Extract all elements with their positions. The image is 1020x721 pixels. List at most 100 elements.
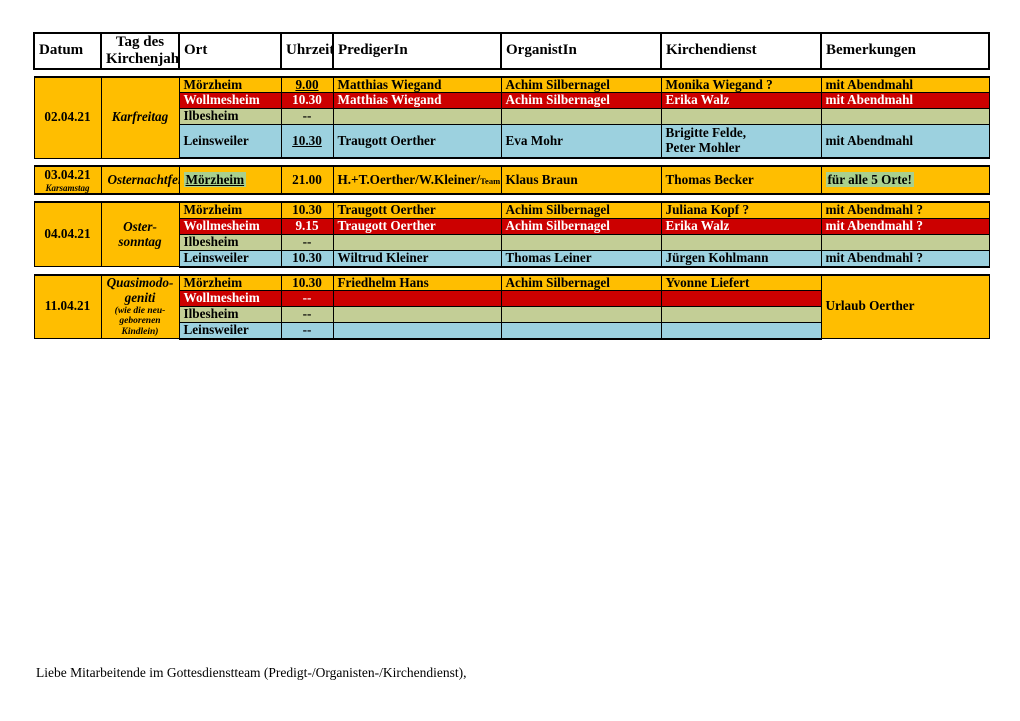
header-uhrzeit: Uhrzeit: [280, 32, 334, 70]
cell-predigerin: Matthias Wiegand: [332, 92, 502, 110]
cell-uhrzeit: 10.30: [280, 123, 334, 160]
kirchendienst-line2: Peter Mohler: [665, 140, 741, 156]
cell-bemerkungen: mit Abendmahl ?: [820, 201, 990, 220]
cell-ort: Mörzheim: [178, 75, 282, 94]
cell-organistin: Achim Silbernagel: [500, 273, 662, 292]
cell-ort: Wollmesheim: [178, 92, 282, 110]
cell-kirchendienst: Yvonne Liefert: [660, 273, 822, 292]
cell-datum: 02.04.21: [33, 75, 102, 159]
tag-highlight: Osternachtfeier: [105, 172, 178, 188]
cell-ort: Ilbesheim: [178, 306, 282, 323]
table-row: 11.04.21 Quasimodo- geniti (wie die neu-…: [33, 273, 990, 340]
tag-line2: sonntag: [118, 233, 162, 249]
cell-predigerin: [332, 108, 502, 125]
cell-kirchendienst: Juliana Kopf ?: [660, 201, 822, 220]
cell-predigerin: [332, 321, 502, 340]
cell-predigerin: [332, 306, 502, 323]
cell-predigerin: Matthias Wiegand: [332, 75, 502, 94]
cell-predigerin: Traugott Oerther: [332, 123, 502, 160]
cell-organistin: Achim Silbernagel: [500, 201, 662, 220]
ort-highlight: Mörzheim: [183, 172, 247, 188]
header-tag-line2: Kirchenjahres: [106, 50, 179, 67]
cell-organistin: Eva Mohr: [500, 123, 662, 160]
cell-ort: Leinsweiler: [178, 321, 282, 340]
tag-line5: Kindlein): [121, 326, 159, 337]
tag-line4: geborenen: [119, 316, 161, 327]
cell-kirchendienst: Erika Walz: [660, 92, 822, 110]
cell-organistin: Achim Silbernagel: [500, 92, 662, 110]
cell-bemerkungen: mit Abendmahl: [820, 75, 990, 94]
cell-bemerkungen-merged: Urlaub Oerther: [820, 273, 990, 340]
cell-uhrzeit: --: [280, 306, 334, 323]
header-tag-line1: Tag des: [115, 34, 165, 50]
cell-organistin: Achim Silbernagel: [500, 218, 662, 235]
cell-predigerin: H.+T.Oerther/W.Kleiner/Team: [332, 165, 502, 196]
datum-subtitle: Karsamstag: [45, 183, 90, 194]
gottesdienst-table: Datum Tag des Kirchenjahres Ort Uhrzeit …: [33, 32, 990, 340]
cell-predigerin: [332, 290, 502, 308]
cell-kirchendienst: Erika Walz: [660, 218, 822, 235]
cell-tag: Osternachtfeier: [100, 165, 180, 196]
cell-ort: Ilbesheim: [178, 234, 282, 251]
cell-uhrzeit: 10.30: [280, 273, 334, 292]
cell-bemerkungen: mit Abendmahl ?: [820, 218, 990, 235]
gottesdienst-plan-sheet: Datum Tag des Kirchenjahres Ort Uhrzeit …: [33, 32, 990, 340]
cell-predigerin: Wiltrud Kleiner: [332, 249, 502, 268]
cell-kirchendienst: [660, 234, 822, 251]
cell-organistin: Klaus Braun: [500, 165, 662, 196]
cell-uhrzeit: 10.30: [280, 92, 334, 110]
cell-organistin: [500, 306, 662, 323]
header-ort: Ort: [178, 32, 282, 70]
bemerkungen-highlight: für alle 5 Orte!: [825, 172, 914, 188]
cell-predigerin: Traugott Oerther: [332, 201, 502, 220]
cell-organistin: [500, 290, 662, 308]
table-row: 03.04.21 Karsamstag Osternachtfeier Mörz…: [33, 165, 990, 196]
cell-datum: 11.04.21: [33, 273, 102, 340]
cell-kirchendienst: Thomas Becker: [660, 165, 822, 196]
cell-bemerkungen: [820, 108, 990, 125]
cell-kirchendienst: Jürgen Kohlmann: [660, 249, 822, 268]
header-datum: Datum: [33, 32, 102, 70]
datum-value: 03.04.21: [44, 166, 91, 182]
cell-bemerkungen: mit Abendmahl: [820, 123, 990, 160]
cell-kirchendienst: Monika Wiegand ?: [660, 75, 822, 94]
kirchendienst-line1: Brigitte Felde,: [665, 125, 747, 141]
cell-organistin: Thomas Leiner: [500, 249, 662, 268]
cell-uhrzeit: --: [280, 234, 334, 251]
header-kirchendienst: Kirchendienst: [660, 32, 822, 70]
header-predigerin: PredigerIn: [332, 32, 502, 70]
tag-line2: geniti: [124, 289, 156, 305]
cell-organistin: [500, 234, 662, 251]
cell-kirchendienst: [660, 108, 822, 125]
cell-bemerkungen: [820, 234, 990, 251]
cell-uhrzeit: --: [280, 321, 334, 340]
cell-uhrzeit: --: [280, 108, 334, 125]
cell-tag: Oster- sonntag: [100, 201, 180, 268]
cell-organistin: Achim Silbernagel: [500, 75, 662, 94]
cell-ort: Ilbesheim: [178, 108, 282, 125]
table-row: 04.04.21 Oster- sonntag Mörzheim 10.30 T…: [33, 201, 990, 268]
cell-datum: 03.04.21 Karsamstag: [33, 165, 102, 196]
table-header-row: Datum Tag des Kirchenjahres Ort Uhrzeit …: [33, 32, 990, 70]
cell-ort: Wollmesheim: [178, 290, 282, 308]
cell-bemerkungen: mit Abendmahl: [820, 92, 990, 110]
cell-ort: Leinsweiler: [178, 123, 282, 160]
cell-ort: Leinsweiler: [178, 249, 282, 268]
cell-tag: Quasimodo- geniti (wie die neu- geborene…: [100, 273, 180, 340]
tag-line1: Oster-: [123, 218, 157, 234]
header-bemerkungen: Bemerkungen: [820, 32, 990, 70]
cell-tag: Karfreitag: [100, 75, 180, 159]
cell-uhrzeit: 21.00: [280, 165, 334, 196]
cell-ort: Mörzheim: [178, 165, 282, 196]
cell-uhrzeit: --: [280, 290, 334, 308]
cell-predigerin: Friedhelm Hans: [332, 273, 502, 292]
table-row: 02.04.21 Karfreitag Mörzheim 9.00 Matthi…: [33, 75, 990, 159]
cell-kirchendienst: [660, 290, 822, 308]
cell-kirchendienst: Brigitte Felde, Peter Mohler: [660, 123, 822, 160]
cell-uhrzeit: 9.15: [280, 218, 334, 235]
cell-ort: Wollmesheim: [178, 218, 282, 235]
cell-predigerin: [332, 234, 502, 251]
tag-line3: (wie die neu-: [114, 305, 166, 316]
predigerin-main: H.+T.Oerther/W.Kleiner/: [337, 172, 481, 188]
cell-uhrzeit: 9.00: [280, 75, 334, 94]
